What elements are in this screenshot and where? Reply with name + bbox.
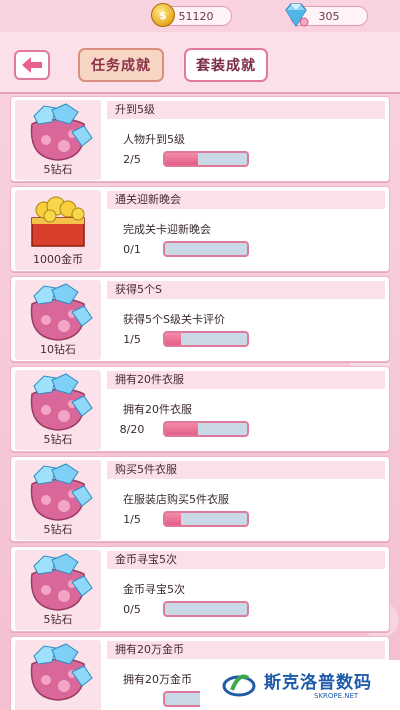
reward-label: 10钻石 xyxy=(40,343,76,356)
currency-bar: $ 51120 305 xyxy=(0,0,400,32)
reward-label: 5钻石 xyxy=(43,163,73,176)
gem-bag-icon xyxy=(30,283,93,341)
reward-thumbnail xyxy=(15,640,101,710)
gem-bag-icon xyxy=(30,103,93,161)
achievement-card-3[interactable]: 10钻石 获得5个S 获得5个S级关卡评价 1/5 xyxy=(10,276,390,362)
reward-label: 5钻石 xyxy=(43,523,73,536)
gold-coin-icon: $ xyxy=(151,3,175,27)
progress-count: 0/5 xyxy=(123,603,141,616)
progress-bar xyxy=(163,331,249,347)
diamond-icon xyxy=(285,3,309,28)
back-arrow-icon xyxy=(22,57,42,73)
progress-bar xyxy=(163,601,249,617)
achievement-description: 金币寻宝5次 xyxy=(123,583,185,596)
reward-thumbnail: 10钻石 xyxy=(15,280,101,360)
progress-bar xyxy=(163,151,249,167)
reward-thumbnail: 5钻石 xyxy=(15,550,101,630)
achievement-description: 人物升到5级 xyxy=(123,133,185,146)
reward-label: 5钻石 xyxy=(43,433,73,446)
achievement-description: 拥有20件衣服 xyxy=(123,403,192,416)
achievement-title: 拥有20件衣服 xyxy=(107,371,385,389)
progress-bar xyxy=(163,241,249,257)
gem-value: 305 xyxy=(318,9,340,23)
watermark-text: 斯克洛普数码 xyxy=(264,673,372,693)
progress-bar xyxy=(163,421,249,437)
progress-count: 2/5 xyxy=(123,153,141,166)
reward-thumbnail: 5钻石 xyxy=(15,100,101,180)
progress-count: 1/5 xyxy=(123,333,141,346)
achievement-description: 完成关卡迎新晚会 xyxy=(123,223,211,236)
gem-bag-icon xyxy=(30,643,93,701)
progress-count: 8/20 xyxy=(119,423,145,436)
watermark: 斯克洛普数码 SKROPE.NET xyxy=(200,660,400,710)
reward-label: 1000金币 xyxy=(33,253,83,266)
reward-label: 5钻石 xyxy=(43,613,73,626)
achievement-description: 在服装店购买5件衣服 xyxy=(123,493,229,506)
gem-bag-icon xyxy=(30,553,93,611)
progress-count: 1/5 xyxy=(123,513,141,526)
progress-bar-fill xyxy=(165,423,198,435)
achievement-card-4[interactable]: 5钻石 拥有20件衣服 拥有20件衣服 8/20 xyxy=(10,366,390,452)
back-button[interactable] xyxy=(14,50,50,80)
gold-chest-icon xyxy=(31,196,85,247)
reward-thumbnail: 5钻石 xyxy=(15,370,101,450)
achievement-card-5[interactable]: 5钻石 购买5件衣服 在服装店购买5件衣服 1/5 xyxy=(10,456,390,542)
gold-value: 51120 xyxy=(178,9,214,23)
achievement-title: 获得5个S xyxy=(107,281,385,299)
achievement-title: 升到5级 xyxy=(107,101,385,119)
achievement-title: 金币寻宝5次 xyxy=(107,551,385,569)
reward-thumbnail: 1000金币 xyxy=(15,190,101,270)
watermark-logo-icon xyxy=(222,674,256,697)
tab-set-achievements[interactable]: 套装成就 xyxy=(184,48,268,82)
progress-bar-fill xyxy=(165,153,198,165)
achievement-title: 通关迎新晚会 xyxy=(107,191,385,209)
progress-bar-fill xyxy=(165,513,182,525)
achievement-card-1[interactable]: 5钻石 升到5级 人物升到5级 2/5 xyxy=(10,96,390,182)
tab-task-achievements[interactable]: 任务成就 xyxy=(78,48,164,82)
progress-count: 0/1 xyxy=(123,243,141,256)
achievement-title: 拥有20万金币 xyxy=(107,641,385,659)
achievement-card-2[interactable]: 1000金币 通关迎新晚会 完成关卡迎新晚会 0/1 xyxy=(10,186,390,272)
reward-thumbnail: 5钻石 xyxy=(15,460,101,540)
progress-bar xyxy=(163,511,249,527)
achievement-description: 拥有20万金币 xyxy=(123,673,192,686)
achievement-title: 购买5件衣服 xyxy=(107,461,385,479)
header: 任务成就 套装成就 xyxy=(0,32,400,94)
achievement-screen: $ 51120 305 任务成就 套装成就 5钻石 升到5级 人物升到5级 2/ xyxy=(0,0,400,710)
watermark-subtext: SKROPE.NET xyxy=(314,692,359,700)
achievement-description: 获得5个S级关卡评价 xyxy=(123,313,225,326)
achievement-card-6[interactable]: 5钻石 金币寻宝5次 金币寻宝5次 0/5 xyxy=(10,546,390,632)
progress-bar-fill xyxy=(165,333,182,345)
gem-bag-icon xyxy=(30,373,93,431)
gem-bag-icon xyxy=(30,463,93,521)
